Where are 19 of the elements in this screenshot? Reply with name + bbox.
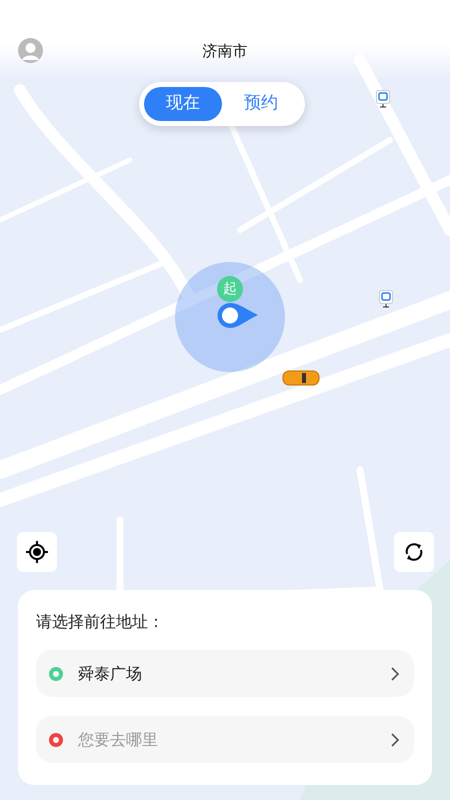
mode-tab[interactable]: 预约 <box>222 87 300 121</box>
car-icon <box>282 370 320 386</box>
locate-button[interactable] <box>17 532 57 572</box>
city-title: 济南市 <box>202 41 248 62</box>
mode-tab[interactable]: 现在 <box>144 87 222 121</box>
address-row[interactable]: 舜泰广场 <box>36 650 414 697</box>
bus-stop-icon <box>379 290 393 308</box>
card-title: 请选择前往地址： <box>36 611 165 633</box>
start-marker: 起 <box>217 276 243 302</box>
location-pointer-icon <box>216 302 260 330</box>
address-row[interactable]: 您要去哪里 <box>36 716 414 763</box>
refresh-button[interactable] <box>394 532 434 572</box>
bus-stop-icon <box>376 90 390 108</box>
crosshair-icon <box>25 540 49 564</box>
chevron-right-icon <box>390 732 400 748</box>
chevron-right-icon <box>390 666 400 682</box>
refresh-icon <box>403 541 425 563</box>
address-placeholder: 您要去哪里 <box>78 728 159 750</box>
address-text: 舜泰广场 <box>78 662 143 684</box>
